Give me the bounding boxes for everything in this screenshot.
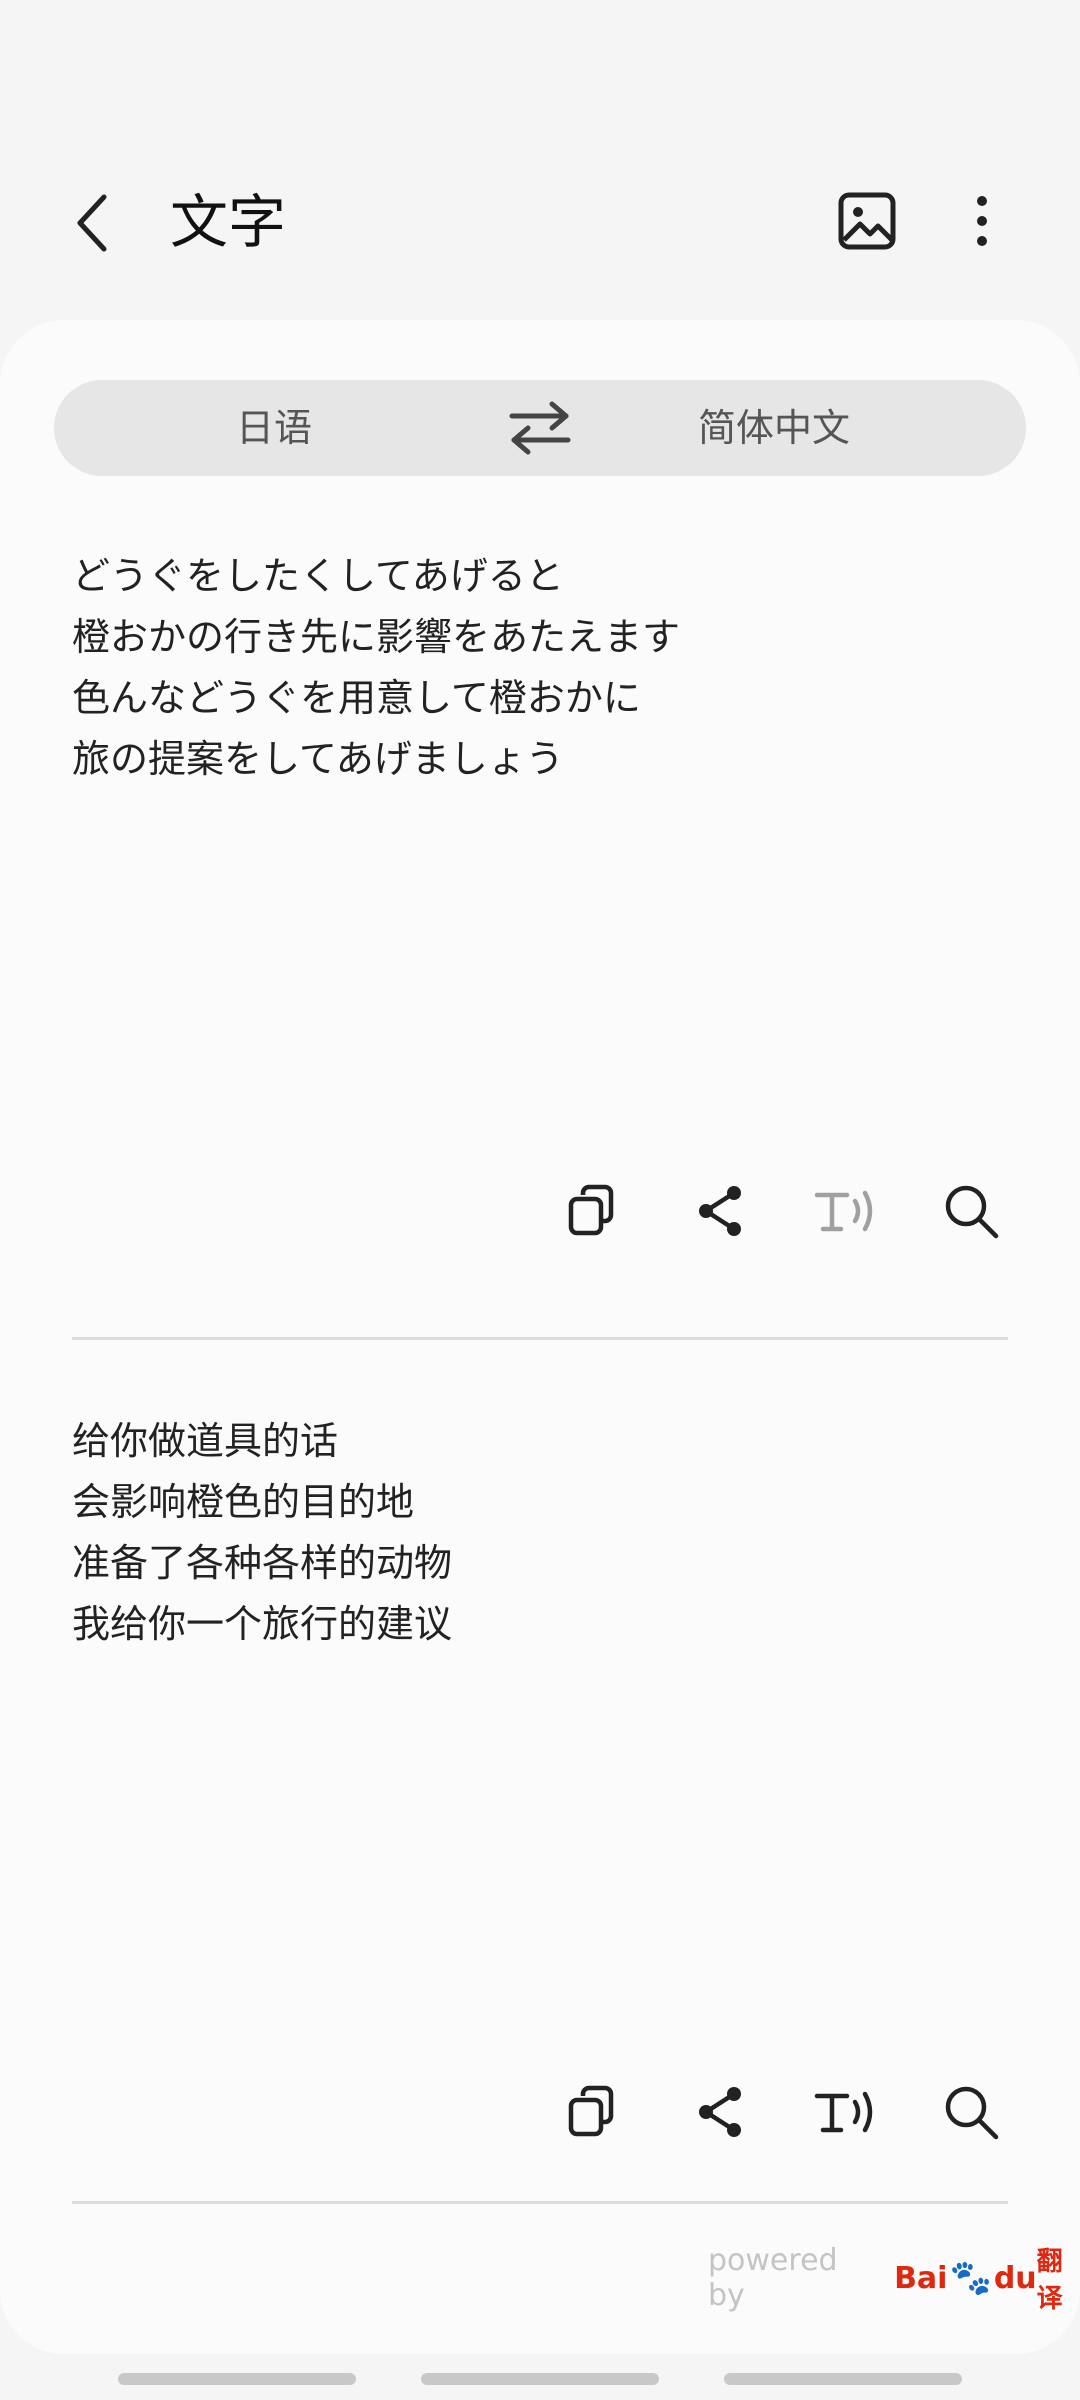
more-vertical-icon [977,196,987,206]
source-copy-button[interactable] [558,1176,628,1246]
source-share-button[interactable] [685,1176,755,1246]
source-text-line: 色んなどうぐを用意して橙おかに [72,676,641,720]
search-icon [945,2086,999,2140]
copy-icon [568,1184,614,1236]
source-text-line: 旅の提案をしてあげましょう [72,737,564,781]
source-tts-button[interactable] [810,1176,880,1246]
language-selector: 日语 简体中文 [54,380,1026,476]
translated-text-area: 给你做道具的话 会影响橙色的目的地 准备了各种各样的动物 我给你一个旅行的建议 [72,1411,1008,1655]
copy-icon [568,2085,614,2137]
translated-text-line: 给你做道具的话 [72,1419,339,1463]
nav-recents-button[interactable] [118,2373,356,2385]
share-icon [699,1186,741,1236]
nav-home-button[interactable] [421,2373,659,2385]
back-button[interactable] [62,188,122,258]
target-tts-button[interactable] [810,2077,880,2147]
translated-text-line: 准备了各种各样的动物 [72,1541,453,1585]
text-to-speech-icon [814,2091,873,2133]
target-share-button[interactable] [685,2077,755,2147]
swap-languages-button[interactable] [504,398,576,458]
section-divider [72,2201,1008,2204]
source-text-line: 橙おかの行き先に影響をあたえます [72,615,681,659]
source-text-area[interactable]: どうぐをしたくしてあげると 橙おかの行き先に影響をあたえます 色んなどうぐを用意… [72,546,1008,790]
powered-by-label: powered by [708,2243,838,2313]
nav-back-button[interactable] [724,2373,962,2385]
search-icon [945,1185,999,1239]
chevron-left-icon [77,194,107,252]
target-copy-button[interactable] [558,2077,628,2147]
translated-text-line: 会影响橙色的目的地 [72,1480,415,1524]
translated-text-line: 我给你一个旅行的建议 [72,1602,453,1646]
swap-arrows-icon [509,401,571,455]
image-icon [838,192,896,250]
text-to-speech-icon [814,1190,873,1232]
top-app-bar: 文字 [0,0,1080,320]
source-text-line: どうぐをしたくしてあげると [72,554,564,598]
more-options-button[interactable] [960,190,1004,252]
source-search-button[interactable] [936,1176,1006,1246]
image-translate-button[interactable] [836,190,898,252]
target-search-button[interactable] [936,2077,1006,2147]
baidu-paw-icon: 🐾 [949,2258,992,2298]
source-language-button[interactable]: 日语 [124,380,424,476]
page-title: 文字 [170,188,287,256]
share-icon [699,2087,741,2137]
system-navigation-bar [0,2360,1080,2400]
section-divider [72,1337,1008,1340]
target-language-button[interactable]: 简体中文 [624,380,924,476]
powered-by-attribution: powered by Bai 🐾 du 翻译 [708,2243,1080,2314]
baidu-fanyi-logo: Bai 🐾 du 翻译 [894,2247,1063,2314]
